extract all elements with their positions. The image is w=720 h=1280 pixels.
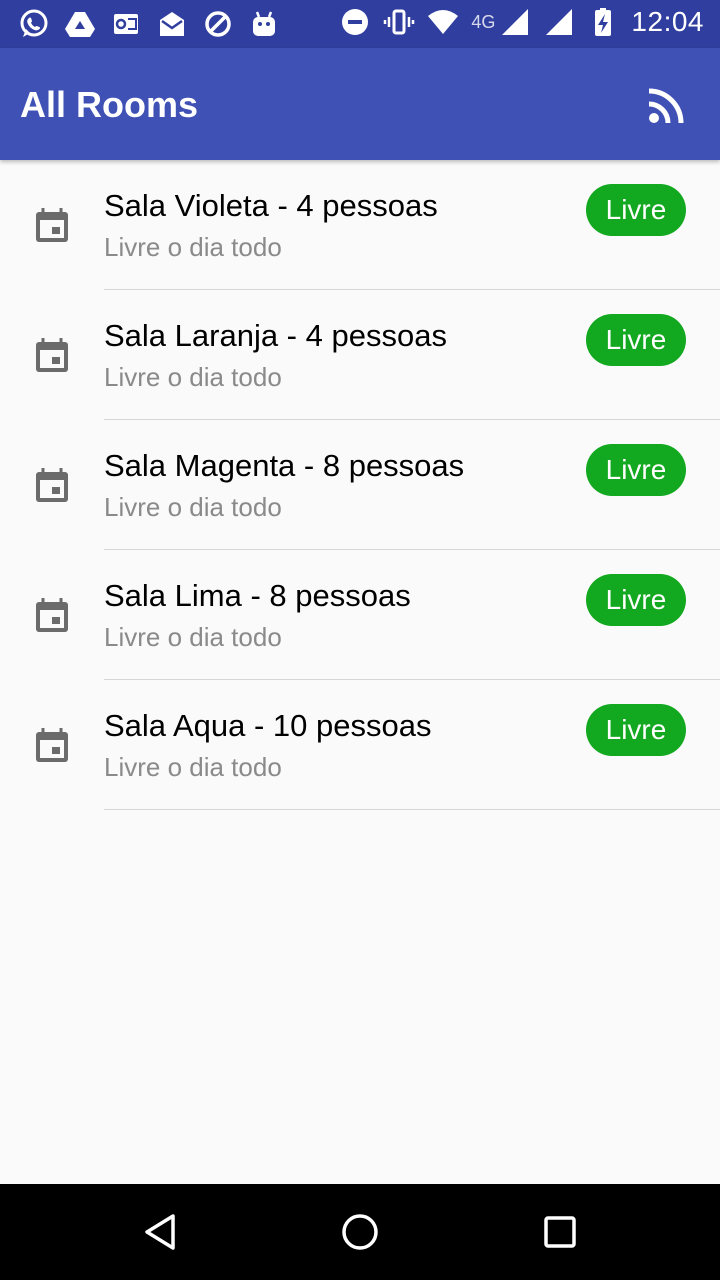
notification-icons (18, 8, 280, 40)
list-item[interactable]: Sala Laranja - 4 pessoas Livre o dia tod… (0, 290, 720, 420)
status-badge: Livre (586, 184, 686, 236)
divider (104, 809, 720, 810)
status-bar: 4G 12:04 (0, 0, 720, 48)
calendar-icon (32, 596, 72, 636)
signal-icon (499, 6, 531, 38)
calendar-icon (32, 336, 72, 376)
block-icon (202, 8, 234, 40)
page-title: All Rooms (20, 84, 199, 125)
navigation-bar (0, 1184, 720, 1280)
outlook-icon (110, 8, 142, 40)
home-icon[interactable] (340, 1212, 380, 1252)
drive-icon (64, 8, 96, 40)
status-badge: Livre (586, 444, 686, 496)
calendar-icon (32, 726, 72, 766)
app-bar: All Rooms (0, 48, 720, 160)
calendar-icon (32, 206, 72, 246)
whatsapp-icon (18, 8, 50, 40)
wifi-icon (427, 6, 459, 38)
list-item[interactable]: Sala Magenta - 8 pessoas Livre o dia tod… (0, 420, 720, 550)
list-item[interactable]: Sala Violeta - 4 pessoas Livre o dia tod… (0, 160, 720, 290)
status-badge: Livre (586, 314, 686, 366)
status-badge: Livre (586, 574, 686, 626)
back-icon[interactable] (140, 1212, 180, 1252)
room-name: Sala Aqua - 10 pessoas (104, 708, 432, 743)
clock: 12:04 (631, 6, 704, 37)
room-availability: Livre o dia todo (104, 622, 282, 652)
status-badge: Livre (586, 704, 686, 756)
do-not-disturb-icon (339, 6, 371, 38)
list-item[interactable]: Sala Lima - 8 pessoas Livre o dia todo L… (0, 550, 720, 680)
signal-icon (543, 6, 575, 38)
android-icon (248, 8, 280, 40)
list-item[interactable]: Sala Aqua - 10 pessoas Livre o dia todo … (0, 680, 720, 810)
room-availability: Livre o dia todo (104, 752, 282, 782)
battery-charging-icon (587, 6, 619, 38)
calendar-icon (32, 466, 72, 506)
room-list: Sala Violeta - 4 pessoas Livre o dia tod… (0, 160, 720, 810)
room-name: Sala Laranja - 4 pessoas (104, 318, 447, 353)
room-name: Sala Lima - 8 pessoas (104, 578, 411, 613)
network-type: 4G (471, 11, 496, 32)
system-icons: 4G 12:04 (339, 6, 704, 38)
room-name: Sala Violeta - 4 pessoas (104, 188, 438, 223)
room-name: Sala Magenta - 8 pessoas (104, 448, 465, 483)
room-availability: Livre o dia todo (104, 492, 282, 522)
mail-icon (156, 8, 188, 40)
room-availability: Livre o dia todo (104, 362, 282, 392)
cast-feed-icon[interactable] (646, 86, 686, 126)
vibrate-icon (383, 6, 415, 38)
room-availability: Livre o dia todo (104, 232, 282, 262)
recents-icon[interactable] (540, 1212, 580, 1252)
